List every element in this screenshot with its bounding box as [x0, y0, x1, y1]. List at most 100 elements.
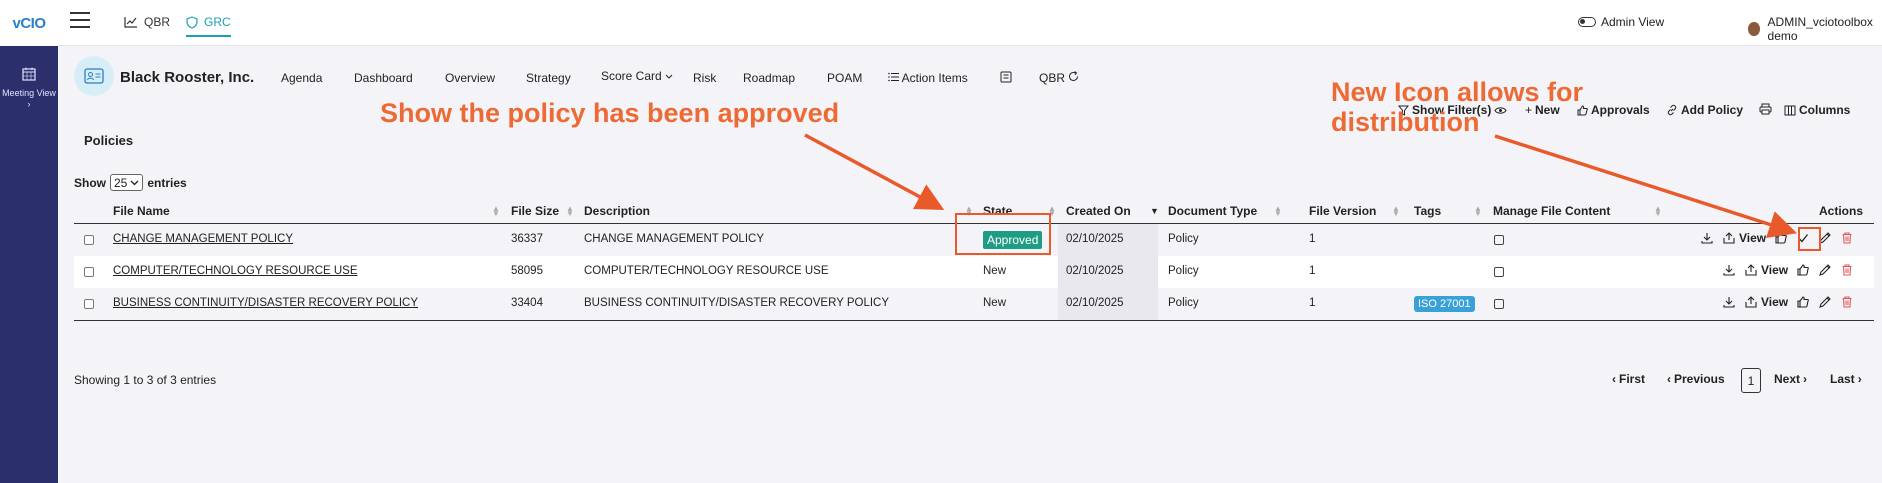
annotation-highlight-box — [1798, 227, 1821, 251]
topnav-qbr[interactable]: QBR — [124, 15, 170, 29]
delete-icon[interactable] — [1840, 263, 1854, 277]
page-title: Policies — [84, 133, 134, 148]
subnav-risk[interactable]: Risk — [693, 71, 716, 85]
manage-content-check-icon[interactable] — [1494, 235, 1504, 245]
row-checkbox[interactable] — [84, 267, 94, 277]
thumbs-up-icon[interactable] — [1796, 295, 1810, 309]
header-file-version[interactable]: File Version — [1309, 204, 1376, 218]
subnav-strategy[interactable]: Strategy — [526, 71, 571, 85]
chevron-left-icon: ‹ — [1667, 372, 1671, 386]
page-last-button[interactable]: Last › — [1830, 372, 1862, 386]
row-checkbox[interactable] — [84, 235, 94, 245]
header-created-on[interactable]: Created On — [1066, 204, 1131, 218]
description: BUSINESS CONTINUITY/DISASTER RECOVERY PO… — [584, 297, 890, 309]
sort-icon: ▲ ▼ — [1392, 204, 1400, 218]
manage-content-check-icon[interactable] — [1494, 267, 1504, 277]
state-text: New — [983, 297, 1007, 309]
created-on: 02/10/2025 — [1066, 297, 1124, 309]
subnav-roadmap[interactable]: Roadmap — [743, 71, 795, 85]
calendar-icon — [22, 67, 36, 81]
file-name-link[interactable]: BUSINESS CONTINUITY/DISASTER RECOVERY PO… — [113, 297, 418, 309]
columns-button[interactable]: Columns — [1784, 103, 1850, 117]
chevron-down-icon — [665, 74, 673, 79]
row-actions: View — [1722, 263, 1854, 277]
line-chart-icon — [124, 17, 137, 28]
file-version: 1 — [1309, 297, 1316, 309]
toggle-icon — [1578, 17, 1596, 27]
top-bar: QBR GRC Admin View ADMIN_vciotoolbox dem… — [58, 0, 1882, 46]
subnav-agenda[interactable]: Agenda — [281, 71, 322, 85]
hamburger-menu-icon[interactable] — [70, 12, 90, 28]
app-logo[interactable]: vCIO — [0, 0, 58, 46]
sort-icon: ▲ ▼ — [1654, 204, 1662, 218]
created-on: 02/10/2025 — [1066, 233, 1124, 245]
company-icon — [74, 56, 114, 96]
sort-icon: ▲ ▼ — [1474, 204, 1482, 218]
annotation-icon-note-line2: distribution — [1331, 107, 1480, 137]
list-icon — [888, 72, 899, 82]
edit-icon[interactable] — [1818, 295, 1832, 309]
delete-icon[interactable] — [1840, 295, 1854, 309]
row-checkbox[interactable] — [84, 299, 94, 309]
topnav-grc[interactable]: GRC — [186, 15, 231, 37]
view-button[interactable]: View — [1722, 231, 1766, 245]
thumbs-up-icon[interactable] — [1774, 231, 1788, 245]
subnav-poam[interactable]: POAM — [827, 71, 862, 85]
left-rail: vCIO Meeting View › — [0, 0, 58, 483]
share-icon — [1745, 264, 1757, 276]
file-version: 1 — [1309, 233, 1316, 245]
download-icon[interactable] — [1722, 295, 1736, 309]
header-document-type[interactable]: Document Type — [1168, 204, 1257, 218]
chevron-right-icon: › — [1857, 372, 1862, 386]
avatar — [1748, 22, 1760, 36]
table-row: COMPUTER/TECHNOLOGY RESOURCE USE 58095 C… — [74, 256, 1874, 288]
sort-icon: ▲ ▼ — [492, 204, 500, 218]
admin-view-toggle[interactable]: Admin View — [1578, 15, 1664, 29]
file-name-link[interactable]: CHANGE MANAGEMENT POLICY — [113, 233, 293, 245]
header-tags[interactable]: Tags — [1414, 204, 1441, 218]
edit-icon[interactable] — [1818, 263, 1832, 277]
report-icon[interactable] — [1000, 71, 1012, 83]
row-actions: View — [1722, 295, 1854, 309]
columns-icon — [1784, 105, 1796, 115]
download-icon[interactable] — [1700, 231, 1714, 245]
annotation-arrow — [804, 133, 945, 210]
approvals-button[interactable]: Approvals — [1577, 103, 1650, 117]
row-actions: View — [1700, 231, 1854, 245]
manage-content-check-icon[interactable] — [1494, 299, 1504, 309]
page-first-button[interactable]: ‹ First — [1612, 372, 1645, 386]
page-next-button[interactable]: Next › — [1774, 372, 1807, 386]
table-row: BUSINESS CONTINUITY/DISASTER RECOVERY PO… — [74, 288, 1874, 320]
thumbs-up-icon[interactable] — [1796, 263, 1810, 277]
file-name-link[interactable]: COMPUTER/TECHNOLOGY RESOURCE USE — [113, 265, 358, 277]
header-file-size[interactable]: File Size — [511, 204, 559, 218]
delete-icon[interactable] — [1840, 231, 1854, 245]
chevron-right-icon: › — [1803, 372, 1808, 386]
chevron-down-icon — [130, 180, 139, 185]
header-actions: Actions — [1819, 204, 1864, 218]
file-size: 36337 — [511, 233, 543, 245]
view-button[interactable]: View — [1744, 263, 1788, 277]
print-icon[interactable] — [1759, 103, 1772, 115]
meeting-view-button[interactable]: Meeting View › — [0, 66, 58, 110]
page-number-button[interactable]: 1 — [1741, 368, 1761, 393]
sort-desc-icon: ▼ — [1150, 206, 1159, 216]
subnav-qbr[interactable]: QBR — [1039, 71, 1079, 85]
subnav-overview[interactable]: Overview — [445, 71, 495, 85]
add-policy-button[interactable]: Add Policy — [1666, 103, 1743, 117]
header-file-name[interactable]: File Name — [113, 204, 170, 218]
header-description[interactable]: Description — [584, 204, 650, 218]
header-manage-file-content[interactable]: Manage File Content — [1493, 204, 1610, 218]
view-button[interactable]: View — [1744, 295, 1788, 309]
subnav-dashboard[interactable]: Dashboard — [354, 71, 413, 85]
subnav-action-items[interactable]: Action Items — [888, 71, 968, 85]
state-text: New — [983, 265, 1007, 277]
user-menu[interactable]: ADMIN_vciotoolbox demo — [1748, 15, 1882, 43]
id-card-icon — [84, 68, 104, 84]
entries-select[interactable]: 25 — [110, 174, 144, 191]
page-previous-button[interactable]: ‹ Previous — [1667, 372, 1725, 386]
subnav-score-card[interactable]: Score Card — [601, 69, 673, 83]
download-icon[interactable] — [1722, 263, 1736, 277]
sort-icon: ▲ ▼ — [1274, 204, 1282, 218]
refresh-icon — [1069, 71, 1079, 81]
